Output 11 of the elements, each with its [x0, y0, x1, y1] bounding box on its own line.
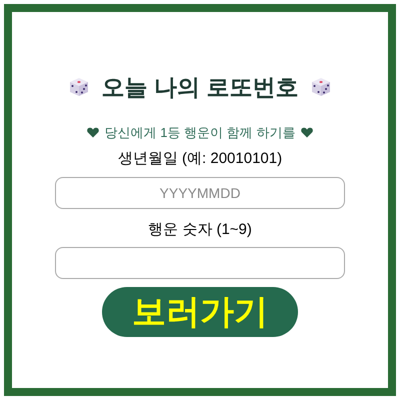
field-label: 생년월일 (예: 20010101) — [118, 149, 282, 169]
input-field[interactable] — [55, 247, 345, 279]
heart-icon — [301, 126, 314, 138]
input-field[interactable]: YYYYMMDD — [55, 176, 345, 208]
dice-icon — [310, 76, 332, 98]
heart-icon — [86, 126, 99, 138]
dice-icon — [68, 76, 90, 98]
go-button[interactable]: 보러가기 — [102, 287, 298, 337]
field-label: 행운 숫자 (1~9) — [148, 220, 252, 240]
page-title: 오늘 나의 로또번호 — [100, 73, 300, 102]
subtitle: 당신에게 1등 행운이 함께 하기를 — [104, 124, 296, 142]
